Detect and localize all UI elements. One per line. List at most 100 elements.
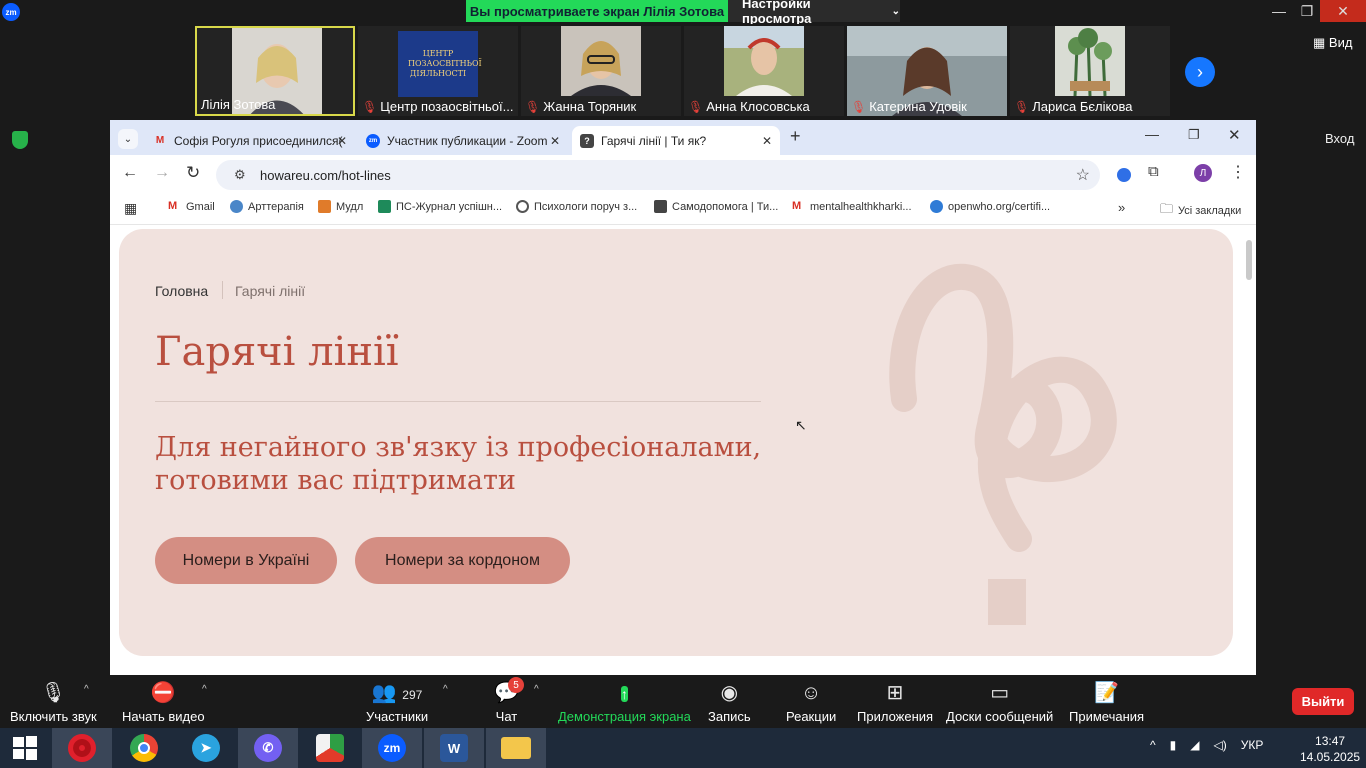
zoom-logo-icon: zm <box>2 3 20 21</box>
hero-section: Головна Гарячі лінії Гарячі лінії Для не… <box>119 229 1233 656</box>
bookmark-item[interactable]: Mmentalhealthkharki... <box>792 200 912 213</box>
wifi-icon[interactable]: ◢ <box>1190 738 1199 752</box>
screen-share-banner: Вы просматриваете экран Лілія Зотова <box>466 0 728 22</box>
participant-name: 🎙 Жанна Торяник <box>525 99 637 114</box>
record-button[interactable]: ◉ Запись <box>708 680 751 724</box>
bookmark-label: Gmail <box>186 200 215 213</box>
volume-icon[interactable]: ◁) <box>1213 738 1226 752</box>
address-bar[interactable]: ⚙ howareu.com/hot-lines ☆ <box>216 160 1100 190</box>
audio-options-chevron-icon[interactable]: ^ <box>84 684 89 695</box>
participant-tile[interactable]: Лілія Зотова <box>195 26 355 116</box>
tab-zoom[interactable]: zm Участник публикации - Zoom ✕ <box>358 126 568 155</box>
participants-chevron-icon[interactable]: ^ <box>443 684 448 695</box>
numbers-ukraine-button[interactable]: Номери в Україні <box>155 537 337 584</box>
new-tab-plus-icon[interactable]: + <box>790 126 801 147</box>
back-arrow-icon[interactable]: ← <box>122 164 138 182</box>
page-title: Гарячі лінії <box>155 329 399 375</box>
whiteboards-button[interactable]: ▭ Доски сообщений <box>946 680 1053 724</box>
numbers-abroad-button[interactable]: Номери за кордоном <box>355 537 570 584</box>
tab-hotlines[interactable]: ? Гарячі лінії | Ти як? ✕ <box>572 126 780 155</box>
tab-close-icon[interactable]: ✕ <box>762 134 772 148</box>
security-shield-icon[interactable] <box>12 131 28 149</box>
minimize-icon[interactable]: — <box>1145 126 1159 142</box>
view-label: Вид <box>1328 35 1353 50</box>
share-screen-button[interactable]: ↑ Демонстрация экрана <box>558 680 691 724</box>
bookmark-item[interactable]: openwho.org/certifi... <box>930 200 1050 213</box>
file-explorer-icon[interactable] <box>486 728 546 768</box>
extensions-puzzle-icon[interactable]: ⧉ <box>1148 163 1159 180</box>
tab-search-icon[interactable]: ⌄ <box>118 129 138 149</box>
tab-close-icon[interactable]: ✕ <box>337 134 347 148</box>
record-icon: ◉ <box>720 682 739 704</box>
video-options-chevron-icon[interactable]: ^ <box>202 684 207 695</box>
clock[interactable]: 13:47 14.05.2025 <box>1300 733 1360 765</box>
word-icon[interactable]: W <box>424 728 484 768</box>
windows-start-icon[interactable] <box>0 728 50 768</box>
notes-button[interactable]: 📝 Примечания <box>1069 680 1144 724</box>
apps-grid-icon[interactable]: ▦ <box>124 200 137 217</box>
bookmark-label: mentalhealthkharki... <box>810 200 912 213</box>
tray-chevron-icon[interactable]: ^ <box>1150 738 1156 752</box>
breadcrumb-home-link[interactable]: Головна <box>155 283 208 299</box>
more-bookmarks-chevron-icon[interactable]: » <box>1118 200 1125 215</box>
maximize-icon[interactable]: ❐ <box>1290 0 1324 22</box>
close-icon[interactable]: ✕ <box>1228 126 1241 144</box>
bookmark-item[interactable]: Арттерапія <box>230 200 304 213</box>
zoom-taskbar-icon[interactable]: zm <box>362 728 422 768</box>
close-icon[interactable]: ✕ <box>1320 0 1366 22</box>
participant-tile[interactable]: 🎙 Анна Клосовська <box>684 26 844 116</box>
tab-close-icon[interactable]: ✕ <box>550 134 560 148</box>
bookmark-item[interactable]: M Gmail <box>168 200 215 213</box>
tab-gmail[interactable]: M Софія Рогуля присоединился( ✕ <box>145 126 355 155</box>
participant-tile[interactable]: 🎙 Катерина Удовік <box>847 26 1007 116</box>
chrome-icon[interactable] <box>114 728 174 768</box>
browser-window: ⌄ M Софія Рогуля присоединился( ✕ zm Уча… <box>110 120 1256 675</box>
participant-video <box>561 26 641 96</box>
language-indicator[interactable]: УКР <box>1241 738 1264 752</box>
gmail-icon: M <box>155 135 165 146</box>
clock-date: 14.05.2025 <box>1300 750 1361 764</box>
bookmark-item[interactable]: Самодопомога | Ти... <box>654 200 778 213</box>
viber-icon[interactable]: ✆ <box>238 728 298 768</box>
web-page: Головна Гарячі лінії Гарячі лінії Для не… <box>110 226 1256 675</box>
apps-button[interactable]: ⊞ Приложения <box>857 680 933 724</box>
next-page-arrow-icon[interactable]: › <box>1185 57 1215 87</box>
profile-avatar[interactable]: Л <box>1194 164 1212 182</box>
whiteboard-icon: ▭ <box>990 682 1010 704</box>
mic-muted-icon: 🎙 <box>525 99 541 114</box>
all-bookmarks-button[interactable]: 🗀 Усі закладки <box>1160 200 1241 222</box>
moodle-icon <box>318 200 331 213</box>
bookmark-item[interactable]: ПС-Журнал успішн... <box>378 200 502 213</box>
view-settings-label: Настройки просмотра <box>742 0 812 26</box>
leave-button[interactable]: Выйти <box>1292 688 1354 715</box>
participant-tile[interactable]: 🎙 Лариса Бєлікова <box>1010 26 1170 116</box>
extension-dot-icon[interactable] <box>1117 168 1131 182</box>
bookmark-star-icon[interactable]: ☆ <box>1076 165 1090 185</box>
network-icon[interactable]: ▮ <box>1170 738 1177 752</box>
bookmark-item[interactable]: Психологи поруч з... <box>516 200 637 213</box>
participant-tile[interactable]: ЦЕНТР ПОЗАОСВІТНЬОЇ ДІЯЛЬНОСТІ 🎙 Центр по… <box>358 26 518 116</box>
site-settings-icon[interactable]: ⚙ <box>234 167 248 183</box>
participant-tile[interactable]: 🎙 Жанна Торяник <box>521 26 681 116</box>
bookmark-label: Мудл <box>336 200 364 213</box>
forward-arrow-icon[interactable]: → <box>154 164 170 182</box>
reactions-button[interactable]: ☺ Реакции <box>786 680 836 724</box>
maximize-icon[interactable]: ❐ <box>1188 127 1200 143</box>
opera-icon[interactable] <box>52 728 112 768</box>
page-scrollbar[interactable] <box>1246 240 1252 280</box>
view-button[interactable]: ▦ Вид <box>1313 35 1352 51</box>
apps-label: Приложения <box>857 709 934 724</box>
app-icon[interactable] <box>300 728 360 768</box>
howareu-icon: ? <box>580 133 594 148</box>
view-settings-dropdown[interactable]: Настройки просмотра ⌄ <box>728 0 900 26</box>
login-label[interactable]: Вход <box>1325 131 1354 146</box>
chevron-down-icon: ⌄ <box>891 5 900 17</box>
chat-chevron-icon[interactable]: ^ <box>534 684 539 695</box>
bookmark-item[interactable]: Мудл <box>318 200 363 213</box>
menu-dots-icon[interactable]: ⋮ <box>1230 162 1246 182</box>
start-video-button[interactable]: ⛔ Начать видео <box>122 680 205 724</box>
reload-icon[interactable]: ↻ <box>186 163 200 183</box>
telegram-icon[interactable]: ➤ <box>176 728 236 768</box>
participants-button[interactable]: 👥 297 Участники <box>366 680 428 724</box>
gmail-icon: M <box>168 200 178 212</box>
